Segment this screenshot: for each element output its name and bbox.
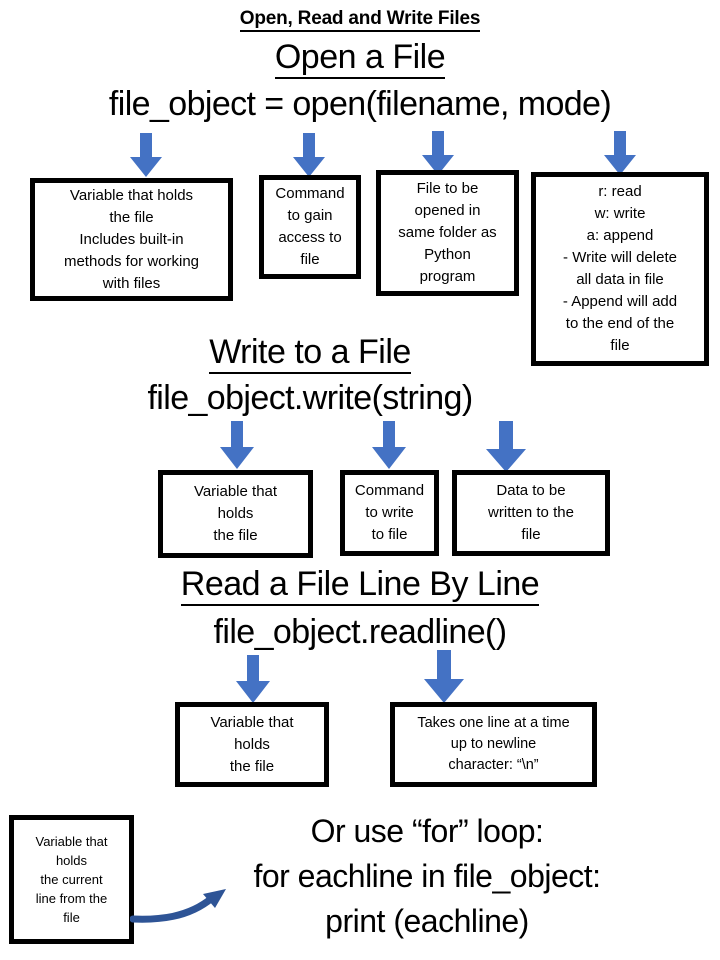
callout-box: Variable that holds the file	[175, 702, 329, 787]
arrow-down-icon	[603, 131, 637, 176]
arrow-down-icon	[423, 650, 465, 704]
box-line: the file	[109, 208, 154, 226]
box-line: all data in file	[576, 271, 664, 288]
box-line: line from the	[35, 891, 108, 906]
section-heading-open: Open a File	[0, 38, 720, 79]
box-line: to file	[371, 526, 408, 543]
diagram-canvas: Open, Read and Write Files Open a File f…	[0, 0, 720, 960]
box-line: Takes one line at a time	[417, 715, 570, 731]
box-line: to write	[365, 504, 414, 521]
code-read-signature: file_object.readline()	[213, 613, 508, 651]
box-line: to gain	[287, 207, 333, 224]
box-line: Variable that	[193, 483, 278, 500]
box-line: file	[63, 910, 80, 925]
box-line: up to newline	[450, 736, 537, 752]
box-line: file	[300, 251, 320, 268]
box-line: written to the	[488, 504, 574, 521]
section-heading-read: Read a File Line By Line	[0, 565, 720, 606]
section-heading-write: Write to a File	[0, 333, 620, 374]
section-heading-open-text: Open a File	[274, 38, 446, 79]
box-line: the file	[229, 757, 275, 775]
box-line: Variable that holds	[69, 186, 194, 204]
box-line: opened in	[414, 202, 481, 219]
box-line: holds	[55, 853, 88, 868]
arrow-down-icon	[235, 655, 271, 704]
box-line: methods for working	[63, 252, 200, 270]
box-line: File to be	[416, 180, 479, 197]
callout-box: Variable that holds the file	[158, 470, 313, 558]
box-line: Data to be	[496, 482, 566, 499]
arrow-down-icon	[219, 421, 255, 470]
box-line: with files	[102, 274, 161, 292]
callout-box: Data to be written to the file	[452, 470, 610, 556]
box-line: access to	[278, 229, 342, 246]
forloop-line-1: Or use “for” loop:	[310, 813, 544, 849]
box-line: the current	[40, 872, 103, 887]
callout-box: Command to write to file	[340, 470, 439, 556]
callout-box: Command to gain access to file	[259, 175, 361, 279]
box-line: Command	[275, 185, 345, 202]
box-line: Variable that	[210, 713, 294, 731]
callout-box: Variable that holds the file Includes bu…	[30, 178, 233, 301]
box-line: a: append	[586, 227, 654, 244]
arrow-down-icon	[129, 133, 163, 178]
arrow-down-icon	[371, 421, 407, 470]
box-line: file	[521, 526, 541, 543]
curved-arrow-icon	[130, 884, 235, 929]
callout-box: Variable that holds the current line fro…	[9, 815, 134, 944]
arrow-down-icon	[485, 421, 527, 473]
page-title: Open, Read and Write Files	[0, 8, 720, 32]
box-line: holds	[234, 735, 270, 753]
box-line: holds	[217, 505, 254, 522]
box-line: w: write	[594, 205, 646, 222]
code-open-signature: file_object = open(filename, mode)	[108, 85, 612, 123]
box-line: to the end of the	[565, 315, 675, 332]
box-line: character: “\n”	[448, 757, 539, 773]
arrow-down-icon	[292, 133, 326, 178]
box-line: - Write will delete	[563, 249, 677, 266]
callout-box: Takes one line at a time up to newline c…	[390, 702, 597, 787]
box-line: Python	[424, 246, 471, 263]
box-line: Variable that	[35, 834, 108, 849]
box-line: Command	[354, 482, 425, 499]
box-line: r: read	[598, 183, 642, 200]
callout-box: File to be opened in same folder as Pyth…	[376, 170, 519, 296]
page-title-text: Open, Read and Write Files	[239, 8, 480, 32]
box-line: program	[419, 268, 476, 285]
box-line: - Append will add	[562, 293, 678, 310]
box-line: the file	[213, 527, 258, 544]
box-line: same folder as	[398, 224, 497, 241]
box-line: Includes built-in	[79, 230, 184, 248]
section-heading-read-text: Read a File Line By Line	[180, 565, 540, 606]
code-write-signature: file_object.write(string)	[147, 379, 473, 417]
section-heading-write-text: Write to a File	[209, 333, 411, 374]
